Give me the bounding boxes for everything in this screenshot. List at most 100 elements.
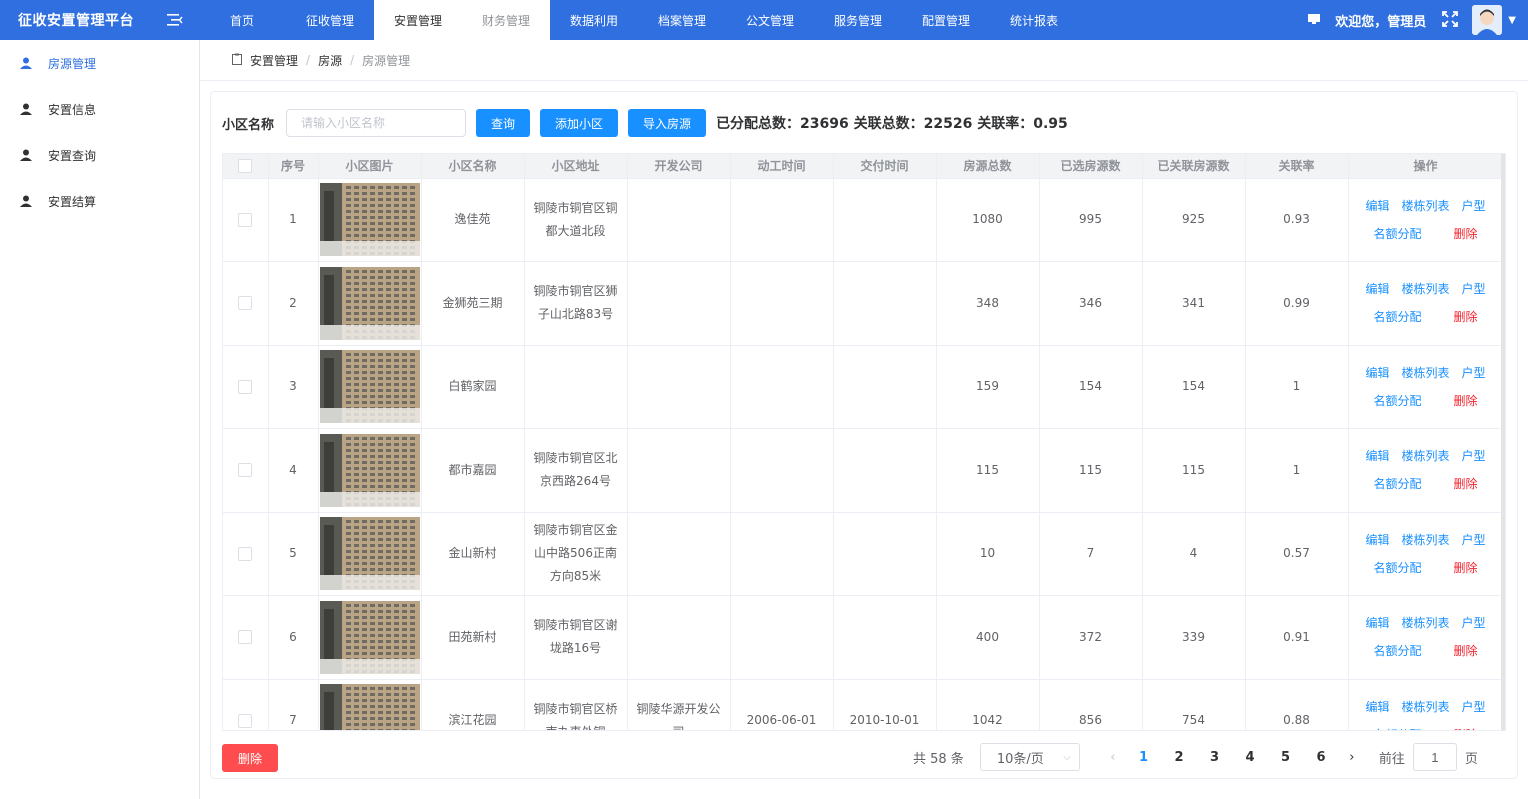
- delete-link[interactable]: 删除: [1454, 728, 1478, 730]
- message-icon[interactable]: [1307, 12, 1321, 29]
- unit-type-link[interactable]: 户型: [1462, 199, 1486, 213]
- edit-link[interactable]: 编辑: [1365, 449, 1389, 463]
- sidebar-item-resettlement-query[interactable]: 安置查询: [0, 132, 199, 178]
- edit-link[interactable]: 编辑: [1365, 366, 1389, 380]
- delete-link[interactable]: 删除: [1454, 394, 1478, 408]
- unit-type-link[interactable]: 户型: [1462, 700, 1486, 714]
- developer: [627, 178, 731, 262]
- community-photo: [319, 350, 420, 424]
- nav-item[interactable]: 安置管理: [374, 0, 462, 40]
- nav-item[interactable]: 数据利用: [550, 0, 638, 40]
- row-checkbox[interactable]: [238, 463, 253, 478]
- building-list-link[interactable]: 楼栋列表: [1401, 616, 1449, 630]
- next-page-icon[interactable]: ›: [1339, 750, 1365, 765]
- nav-item[interactable]: 公文管理: [726, 0, 814, 40]
- row-checkbox[interactable]: [238, 713, 253, 728]
- row-checkbox[interactable]: [238, 546, 253, 561]
- menu-collapse-icon[interactable]: [152, 13, 198, 27]
- building-list-link[interactable]: 楼栋列表: [1401, 199, 1449, 213]
- goto-page-input[interactable]: [1412, 743, 1457, 771]
- quota-allocation-link[interactable]: 名额分配: [1373, 644, 1421, 658]
- breadcrumb-item[interactable]: 安置管理: [250, 52, 298, 69]
- edit-link[interactable]: 编辑: [1365, 533, 1389, 547]
- fullscreen-icon[interactable]: [1442, 10, 1459, 30]
- edit-link[interactable]: 编辑: [1365, 282, 1389, 296]
- linked-units: 4: [1142, 512, 1246, 596]
- page-number[interactable]: 1: [1126, 750, 1162, 765]
- community-address: 铜陵市铜官区谢垅路16号: [524, 595, 628, 680]
- developer: [627, 595, 731, 680]
- building-list-link[interactable]: 楼栋列表: [1401, 449, 1449, 463]
- row-number: 4: [268, 428, 319, 513]
- page-number[interactable]: 3: [1197, 750, 1233, 765]
- pagination: 共 58 条 10条/页 ⌵ ‹ 1 2 3 4 5 6 › 前往 页: [913, 742, 1478, 772]
- nav-item[interactable]: 档案管理: [638, 0, 726, 40]
- community-photo: [319, 266, 420, 340]
- row-checkbox[interactable]: [238, 296, 253, 311]
- quota-allocation-link[interactable]: 名额分配: [1373, 310, 1421, 324]
- column-header: 小区名称: [421, 154, 525, 179]
- select-all-checkbox[interactable]: [238, 159, 253, 173]
- quota-allocation-link[interactable]: 名额分配: [1373, 227, 1421, 241]
- delete-link[interactable]: 删除: [1454, 310, 1478, 324]
- user-avatar[interactable]: [1472, 5, 1503, 35]
- query-button[interactable]: 查询: [476, 109, 531, 137]
- edit-link[interactable]: 编辑: [1365, 700, 1389, 714]
- delete-link[interactable]: 删除: [1454, 227, 1478, 241]
- nav-item[interactable]: 首页: [198, 0, 286, 40]
- page-number[interactable]: 6: [1303, 750, 1339, 765]
- unit-type-link[interactable]: 户型: [1462, 616, 1486, 630]
- nav-item[interactable]: 统计报表: [990, 0, 1078, 40]
- quota-allocation-link[interactable]: 名额分配: [1373, 561, 1421, 575]
- community-photo: [319, 684, 420, 730]
- quota-allocation-link[interactable]: 名额分配: [1373, 394, 1421, 408]
- building-list-link[interactable]: 楼栋列表: [1401, 700, 1449, 714]
- page-number[interactable]: 5: [1268, 750, 1304, 765]
- nav-item[interactable]: 财务管理: [462, 0, 550, 40]
- quota-allocation-link[interactable]: 名额分配: [1373, 728, 1421, 730]
- unit-type-link[interactable]: 户型: [1462, 449, 1486, 463]
- building-list-link[interactable]: 楼栋列表: [1401, 366, 1449, 380]
- sidebar-item-resettlement-settlement[interactable]: 安置结算: [0, 178, 199, 224]
- sidebar-item-resettlement-info[interactable]: 安置信息: [0, 86, 199, 132]
- breadcrumb-item[interactable]: 房源: [318, 52, 342, 69]
- delete-link[interactable]: 删除: [1454, 561, 1478, 575]
- unit-type-link[interactable]: 户型: [1462, 366, 1486, 380]
- total-units: 1080: [936, 178, 1040, 262]
- app-title: 征收安置管理平台: [18, 13, 134, 29]
- chevron-down-icon[interactable]: ▼: [1508, 15, 1516, 26]
- edit-link[interactable]: 编辑: [1365, 616, 1389, 630]
- row-checkbox[interactable]: [238, 379, 253, 394]
- delete-link[interactable]: 删除: [1454, 477, 1478, 491]
- sidebar-item-house-source[interactable]: 房源管理: [0, 40, 199, 86]
- building-list-link[interactable]: 楼栋列表: [1401, 282, 1449, 296]
- community-name: 逸佳苑: [421, 178, 525, 262]
- nav-item[interactable]: 服务管理: [814, 0, 902, 40]
- community-name: 滨江花园: [421, 679, 525, 730]
- selected-units: 154: [1039, 345, 1143, 429]
- quota-allocation-link[interactable]: 名额分配: [1373, 477, 1421, 491]
- batch-delete-button[interactable]: 删除: [222, 744, 278, 772]
- developer: [627, 512, 731, 596]
- table-scrollbar[interactable]: [1501, 154, 1505, 730]
- link-rate: 0.91: [1245, 595, 1349, 680]
- main-card: 小区名称 查询 添加小区 导入房源 已分配总数：23696 关联总数：22526…: [210, 91, 1518, 779]
- edit-link[interactable]: 编辑: [1365, 199, 1389, 213]
- nav-item[interactable]: 征收管理: [286, 0, 374, 40]
- page-size-select[interactable]: 10条/页 ⌵: [979, 743, 1080, 771]
- building-list-link[interactable]: 楼栋列表: [1401, 533, 1449, 547]
- community-name-input[interactable]: [286, 109, 467, 137]
- total-units: 400: [936, 595, 1040, 680]
- row-checkbox[interactable]: [238, 212, 253, 227]
- add-community-button[interactable]: 添加小区: [540, 109, 619, 137]
- unit-type-link[interactable]: 户型: [1462, 533, 1486, 547]
- delete-link[interactable]: 删除: [1454, 644, 1478, 658]
- row-checkbox[interactable]: [238, 630, 253, 645]
- unit-type-link[interactable]: 户型: [1462, 282, 1486, 296]
- prev-page-icon[interactable]: ‹: [1100, 750, 1126, 765]
- nav-item[interactable]: 配置管理: [902, 0, 990, 40]
- row-actions: 编辑楼栋列表户型名额分配 删除: [1348, 595, 1504, 680]
- page-number[interactable]: 4: [1232, 750, 1268, 765]
- import-housing-button[interactable]: 导入房源: [628, 109, 707, 137]
- page-number[interactable]: 2: [1161, 750, 1197, 765]
